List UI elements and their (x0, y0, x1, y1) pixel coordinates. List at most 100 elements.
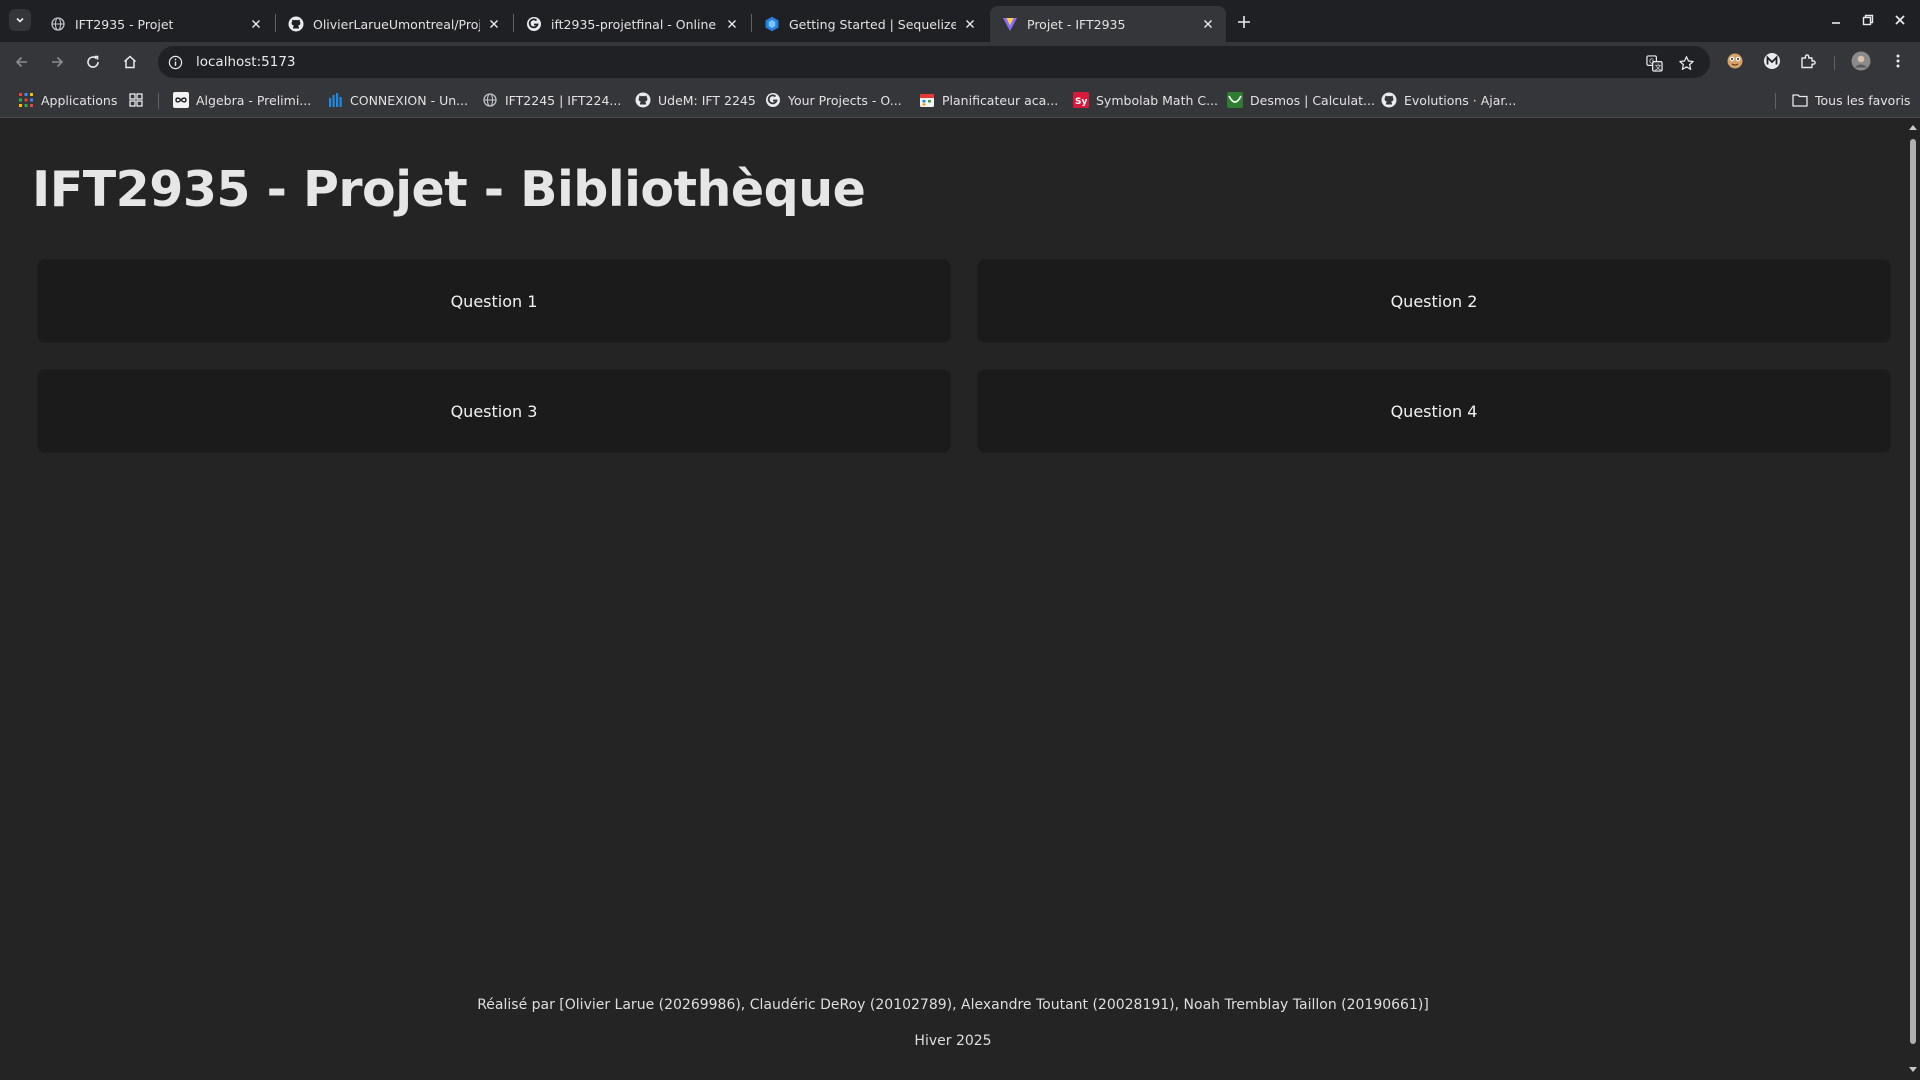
bookmark-label: CONNEXION - Un... (350, 92, 469, 108)
page-title: IFT2935 - Projet - Bibliothèque (32, 161, 866, 218)
question-2-button[interactable]: Question 2 (977, 259, 1891, 343)
tab-github-repo[interactable]: OlivierLarueUmontreal/Proj (276, 6, 512, 42)
tab-projet-ift2935[interactable]: Projet - IFT2935 (990, 6, 1226, 42)
bookmark-symbolab[interactable]: Sy Symbolab Math C... (1073, 91, 1218, 109)
tab-groups-icon (128, 92, 144, 108)
question-3-button[interactable]: Question 3 (37, 369, 951, 453)
tab-title: OlivierLarueUmontreal/Proj (313, 16, 480, 32)
bookmark-label: IFT2245 | IFT224... (505, 92, 622, 108)
site-info-icon[interactable] (167, 54, 183, 70)
extension-cookie-icon[interactable] (1725, 51, 1745, 71)
restore-button[interactable] (1854, 8, 1882, 32)
github-icon (635, 92, 651, 108)
reload-icon (87, 55, 99, 68)
tab-title: ift2935-projetfinal - Online L (551, 16, 718, 32)
apps-grid-icon (18, 92, 34, 108)
bookmark-separator (158, 93, 159, 109)
home-icon (123, 55, 137, 69)
svg-text:Sy: Sy (1075, 97, 1087, 107)
restore-icon (1862, 14, 1874, 26)
calendar-icon (919, 92, 935, 108)
bookmark-label: Symbolab Math C... (1096, 92, 1219, 108)
back-button[interactable] (10, 50, 34, 74)
onlinegdb-icon (526, 16, 542, 32)
sequelize-icon (764, 16, 780, 32)
folder-icon (1792, 92, 1808, 108)
bookmark-your-projects[interactable]: Your Projects - O... (765, 91, 902, 109)
profile-avatar-icon[interactable] (1851, 51, 1871, 71)
bookmark-label: Algebra - Prelimi... (196, 92, 312, 108)
browser-toolbar: localhost:5173 G文 (0, 42, 1920, 82)
all-bookmarks-label: Tous les favoris (1815, 92, 1911, 108)
url-text[interactable]: localhost:5173 (196, 54, 296, 70)
menu-kebab-icon[interactable] (1888, 51, 1908, 71)
vertical-scrollbar[interactable] (1906, 119, 1920, 1080)
tab-title: Getting Started | Sequelize (789, 16, 956, 32)
bookmark-planificateur[interactable]: Planificateur aca... (919, 91, 1058, 109)
tab-sequelize[interactable]: Getting Started | Sequelize (752, 6, 988, 42)
close-icon[interactable] (486, 16, 502, 32)
bookmark-label: UdeM: IFT 2245 (658, 92, 756, 108)
extension-m-icon[interactable] (1762, 51, 1782, 71)
globe-icon (482, 92, 498, 108)
arrow-right-icon (52, 56, 64, 68)
page-content: IFT2935 - Projet - Bibliothèque Question… (0, 119, 1906, 1080)
symbolab-icon: Sy (1073, 92, 1089, 108)
tab-onlinegdb[interactable]: ift2935-projetfinal - Online L (514, 6, 750, 42)
minimize-button[interactable] (1822, 8, 1850, 32)
footer-term: Hiver 2025 (914, 1033, 992, 1049)
tab-ift2935-projet[interactable]: IFT2935 - Projet (38, 6, 274, 42)
close-icon[interactable] (724, 16, 740, 32)
desmos-icon (1227, 92, 1243, 108)
github-icon (1381, 92, 1397, 108)
svg-text:文: 文 (1654, 62, 1661, 71)
udem-icon (327, 92, 343, 108)
arrow-left-icon (15, 56, 27, 68)
scroll-thumb[interactable] (1910, 139, 1916, 1044)
footer-credits: Réalisé par [Olivier Larue (20269986), C… (477, 997, 1429, 1013)
bookmark-algebra[interactable]: Algebra - Prelimi... (173, 91, 311, 109)
bookmark-connexion[interactable]: CONNEXION - Un... (327, 91, 468, 109)
close-icon (1895, 15, 1905, 25)
scroll-up-arrow-icon[interactable] (1909, 125, 1917, 130)
close-icon[interactable] (1200, 16, 1216, 32)
tab-title: Projet - IFT2935 (1027, 16, 1126, 32)
bookmark-label: Applications (41, 92, 118, 108)
translate-icon[interactable]: G文 (1645, 54, 1663, 72)
bookmarks-bar: Applications Algebra - Prelimi... CONNEX… (0, 82, 1920, 118)
new-tab-button[interactable] (1232, 10, 1256, 34)
infinity-icon (173, 92, 189, 108)
close-icon[interactable] (962, 16, 978, 32)
bookmark-ift2245[interactable]: IFT2245 | IFT224... (482, 91, 621, 109)
home-button[interactable] (118, 50, 142, 74)
reload-button[interactable] (81, 50, 105, 74)
bookmark-label: Evolutions · Ajar... (1404, 92, 1517, 108)
bookmark-evolutions[interactable]: Evolutions · Ajar... (1381, 91, 1516, 109)
chevron-down-icon (16, 17, 24, 23)
bookmark-label: Planificateur aca... (942, 92, 1059, 108)
scroll-down-arrow-icon[interactable] (1909, 1067, 1917, 1072)
question-1-button[interactable]: Question 1 (37, 259, 951, 343)
close-icon[interactable] (248, 16, 264, 32)
extensions-puzzle-icon[interactable] (1798, 51, 1818, 71)
bookmark-star-icon[interactable] (1677, 54, 1695, 72)
question-4-button[interactable]: Question 4 (977, 369, 1891, 453)
bookmark-tab-groups[interactable] (128, 91, 151, 109)
bookmark-label: Your Projects - O... (788, 92, 902, 108)
address-bar[interactable]: localhost:5173 G文 (158, 46, 1710, 78)
tab-title: IFT2935 - Projet (75, 16, 174, 32)
close-window-button[interactable] (1886, 8, 1914, 32)
bookmark-udem-ift2245[interactable]: UdeM: IFT 2245 (635, 91, 756, 109)
bookmark-label: Desmos | Calculat... (1250, 92, 1375, 108)
svg-text:G: G (1649, 57, 1654, 65)
onlinegdb-icon (765, 92, 781, 108)
plus-icon (1238, 16, 1250, 28)
bookmark-applications[interactable]: Applications (18, 91, 117, 109)
toolbar-divider (1834, 56, 1835, 70)
bookmark-desmos[interactable]: Desmos | Calculat... (1227, 91, 1375, 109)
minimize-icon (1832, 22, 1840, 24)
github-icon (288, 16, 304, 32)
all-bookmarks-folder[interactable]: Tous les favoris (1792, 91, 1910, 109)
tab-search-button[interactable] (9, 9, 31, 31)
forward-button[interactable] (45, 50, 69, 74)
